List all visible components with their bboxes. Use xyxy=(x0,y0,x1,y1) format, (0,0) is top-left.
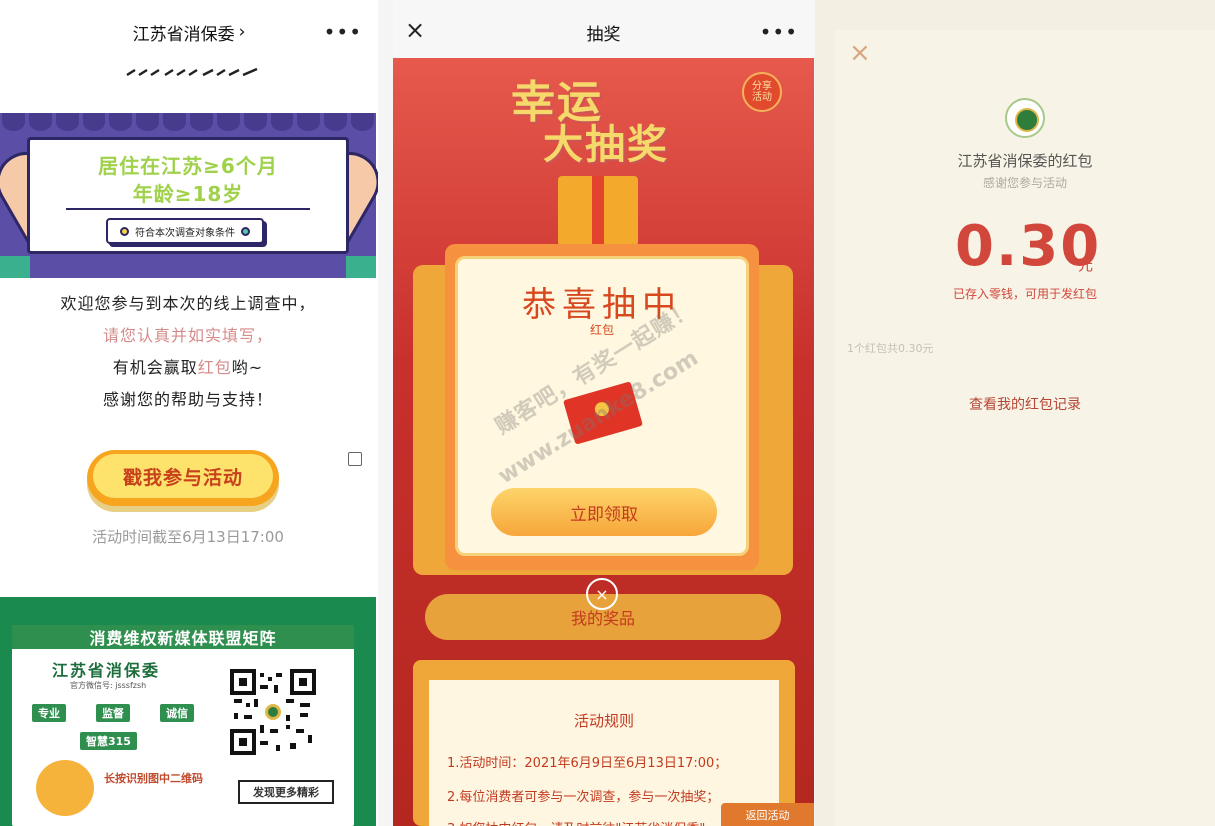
close-icon[interactable]: × xyxy=(849,38,871,68)
eligibility-pill-label: 符合本次调查对象条件 xyxy=(135,227,235,239)
close-popup-icon[interactable]: × xyxy=(586,578,618,610)
more-menu-button[interactable]: ••• xyxy=(324,20,362,44)
amount-unit: 元 xyxy=(1078,256,1094,274)
ad-org-name: 江苏省消保委 xyxy=(52,661,161,680)
eligibility-pill: 符合本次调查对象条件 xyxy=(106,218,264,244)
exit-icon[interactable] xyxy=(348,452,362,466)
rules-title: 活动规则 xyxy=(573,712,634,730)
rule-item: 2.每位消费者可参与一次调查，参与一次抽奖； xyxy=(447,790,720,805)
activity-deadline: 活动时间截至6月13日17:00 xyxy=(92,528,284,546)
deposit-note: 已存入零钱，可用于发红包 xyxy=(952,287,1097,301)
ad-title: 消费维权新媒体联盟矩阵 xyxy=(12,625,354,649)
scribble-decoration xyxy=(126,67,258,77)
qr-code[interactable] xyxy=(230,669,316,755)
banner-strip-left xyxy=(0,256,30,278)
survey-page: 江苏省消保委 › ••• 居住在江苏≥6个月 年龄≥18岁 符合本次调查对象条件… xyxy=(0,0,378,826)
eligibility-card: 居住在江苏≥6个月 年龄≥18岁 符合本次调查对象条件 xyxy=(27,137,349,254)
eligibility-residence: 居住在江苏≥6个月 xyxy=(98,154,278,178)
welcome-line-4: 感谢您的帮助与支持！ xyxy=(102,390,273,409)
divider xyxy=(66,208,310,210)
red-packet-summary: 1个红包共0.30元 xyxy=(847,342,934,355)
banner-strip-right xyxy=(346,256,376,278)
red-packet-page: × 江苏省消保委的红包 感谢您参与活动 0.30 元 已存入零钱，可用于发红包 … xyxy=(815,0,1215,826)
lion-mascot xyxy=(36,760,94,816)
dot-icon xyxy=(241,226,250,236)
page-title[interactable]: 江苏省消保委 xyxy=(133,20,235,45)
popup-title: 恭喜抽中 xyxy=(522,285,682,325)
join-activity-button[interactable]: 戳我参与活动 xyxy=(87,450,279,506)
welcome-line-1: 欢迎您参与到本次的线上调查中， xyxy=(60,294,316,313)
draw-headline: 大抽奖 xyxy=(543,121,669,168)
ad-tag: 诚信 xyxy=(160,704,194,722)
dot-icon xyxy=(120,226,129,236)
close-icon[interactable]: × xyxy=(405,16,425,44)
page-title: 抽奖 xyxy=(586,24,621,45)
ad-tag: 智慧315 xyxy=(80,732,137,750)
eligibility-age: 年龄≥18岁 xyxy=(132,182,244,206)
ad-tag: 监督 xyxy=(96,704,130,722)
more-menu-button[interactable]: ••• xyxy=(760,20,798,44)
back-to-activity-button[interactable]: 返回活动 xyxy=(721,803,814,826)
welcome-line-3: 有机会赢取红包哟~ xyxy=(112,358,264,377)
rule-item: 1.活动时间：2021年6月9日至6月13日17:00； xyxy=(447,756,728,771)
gift-box-icon xyxy=(558,176,638,246)
panel-gap xyxy=(378,0,393,826)
top-bar: 江苏省消保委 › ••• xyxy=(0,12,378,52)
qr-scan-tip: 长按识别图中二维码 xyxy=(104,772,203,785)
banner-awning xyxy=(0,113,376,131)
ad-tag: 专业 xyxy=(32,704,66,722)
discover-more-button[interactable]: 发现更多精彩 xyxy=(238,780,334,804)
red-packet-title: 江苏省消保委的红包 xyxy=(957,152,1093,170)
popup-subtitle: 红包 xyxy=(589,323,614,337)
rule-item: 3.如您抽中红包，请及时前往"江苏省消保委" xyxy=(447,818,705,826)
join-activity-label: 戳我参与活动 xyxy=(93,454,273,498)
share-activity-button[interactable]: 分享 活动 xyxy=(742,72,782,112)
lottery-page: × 抽奖 ••• 幸运 大抽奖 分享 活动 恭喜抽中 红包 立即领取 我的奖品 … xyxy=(393,0,814,826)
ad-wechat-id: 官方微信号: jsssfzsh xyxy=(70,681,147,690)
view-records-link[interactable]: 查看我的红包记录 xyxy=(815,394,1215,414)
chevron-right-icon: › xyxy=(238,22,246,42)
thanks-text: 感谢您参与活动 xyxy=(982,176,1067,190)
top-bar-content: × 抽奖 ••• xyxy=(393,12,814,52)
claim-now-button[interactable]: 立即领取 xyxy=(491,488,717,536)
org-logo xyxy=(1005,98,1045,138)
welcome-line-2: 请您认真并如实填写， xyxy=(102,326,273,345)
